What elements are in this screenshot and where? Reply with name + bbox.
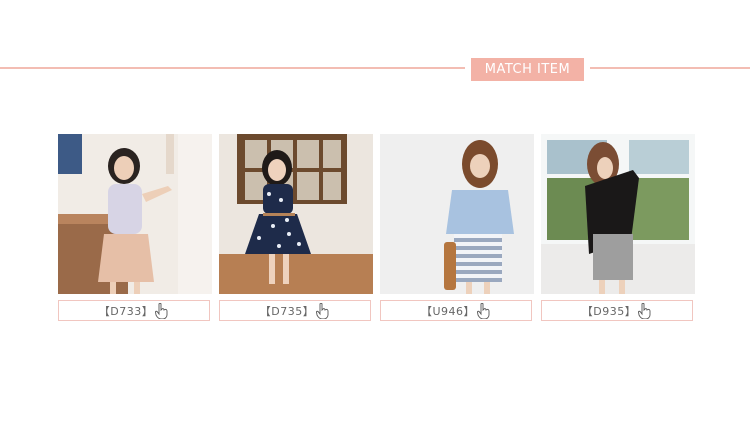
- product-card[interactable]: 【D935】: [541, 134, 695, 321]
- pointer-hand-icon: [155, 302, 168, 319]
- product-code: 【D935】: [581, 304, 637, 318]
- product-code-link[interactable]: 【D935】: [541, 300, 693, 321]
- pointer-hand-icon: [316, 302, 329, 319]
- product-code-link[interactable]: 【D733】: [58, 300, 210, 321]
- product-code: 【D735】: [259, 304, 315, 318]
- pointer-hand-icon: [638, 302, 651, 319]
- product-grid: 【D733】 【D735】 【U946】 【D935】: [58, 134, 695, 321]
- product-code-link[interactable]: 【U946】: [380, 300, 532, 321]
- product-photo[interactable]: [541, 134, 695, 294]
- header-rule: [0, 67, 750, 69]
- product-card[interactable]: 【D733】: [58, 134, 212, 321]
- match-item-badge: MATCH ITEM: [471, 58, 584, 81]
- product-card[interactable]: 【D735】: [219, 134, 373, 321]
- product-code: 【U946】: [420, 304, 476, 318]
- product-photo[interactable]: [58, 134, 212, 294]
- pointer-hand-icon: [477, 302, 490, 319]
- product-card[interactable]: 【U946】: [380, 134, 534, 321]
- product-code: 【D733】: [98, 304, 154, 318]
- product-photo[interactable]: [380, 134, 534, 294]
- product-photo[interactable]: [219, 134, 373, 294]
- product-code-link[interactable]: 【D735】: [219, 300, 371, 321]
